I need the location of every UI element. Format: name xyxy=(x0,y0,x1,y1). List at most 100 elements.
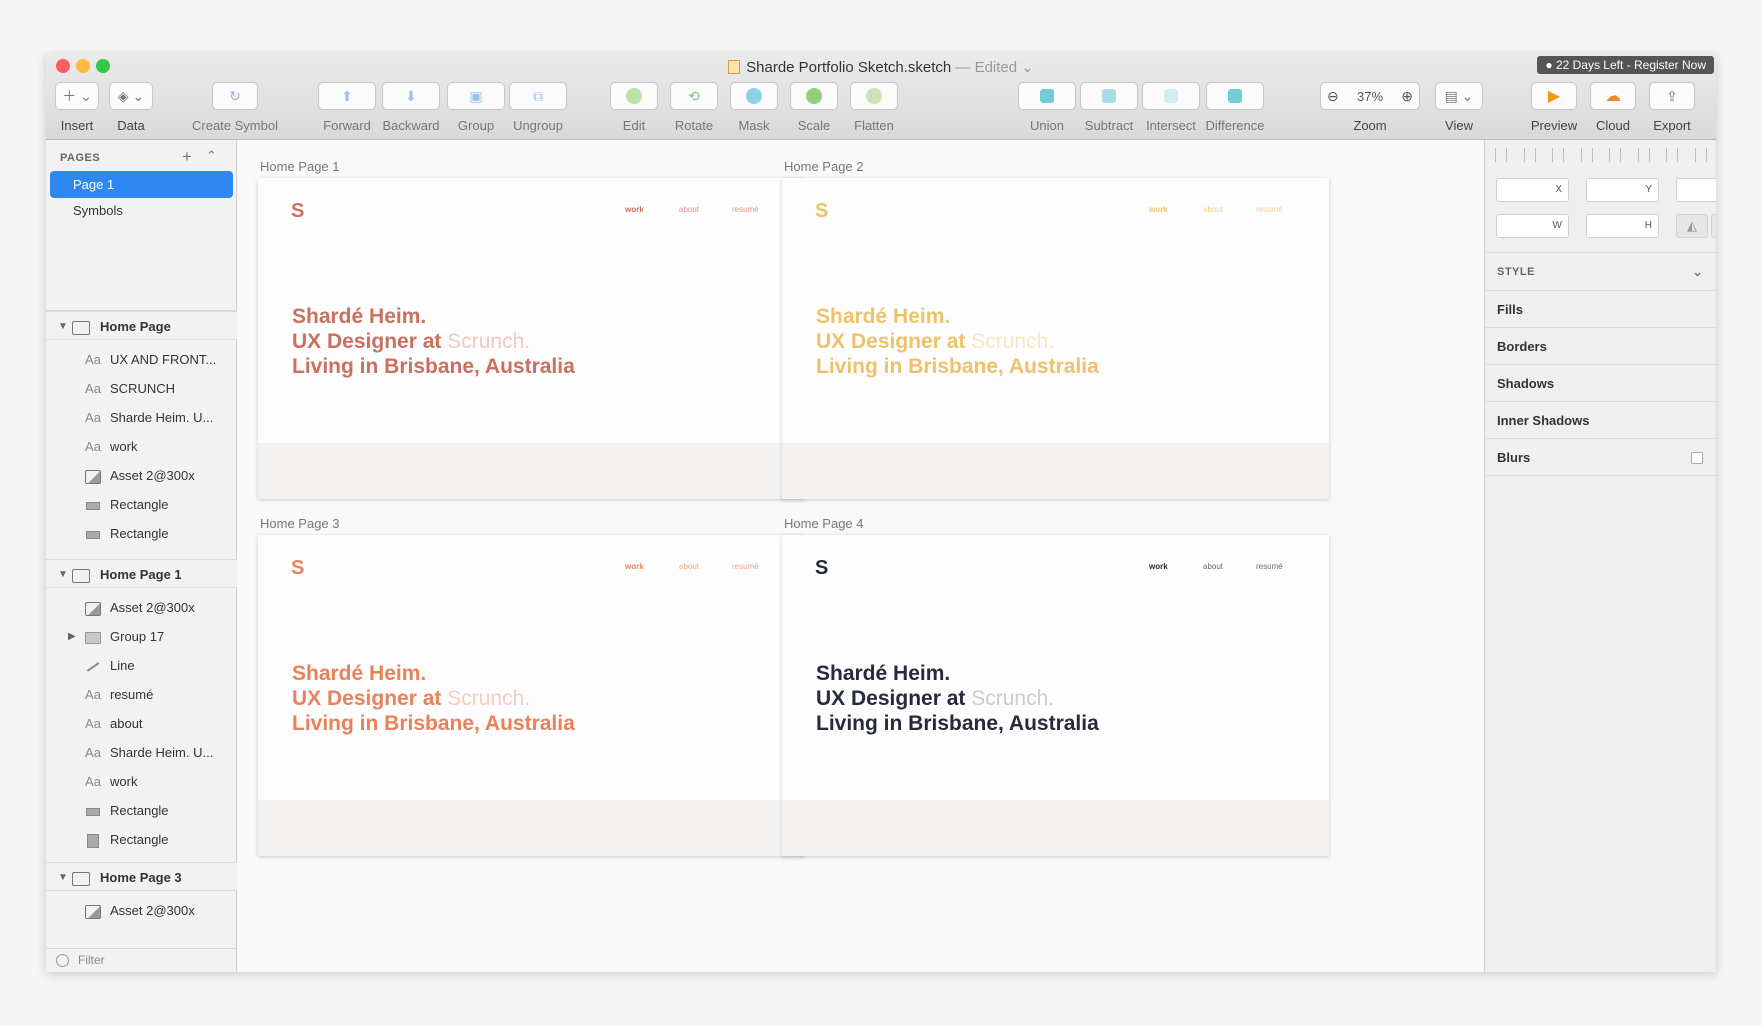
page-item-symbols[interactable]: Symbols xyxy=(50,197,233,224)
export-tool[interactable]: ⇪ Export xyxy=(1646,82,1698,133)
add-page-icon[interactable]: + xyxy=(182,147,192,167)
artboard-title[interactable]: Home Page 2 xyxy=(784,159,864,174)
layer-row[interactable]: Asset 2@300x xyxy=(46,896,237,925)
backward-tool[interactable]: ⬇ Backward xyxy=(376,82,446,133)
canvas[interactable]: Home Page 1 Swork about resumé Shardé Heim. U… xyxy=(237,140,1484,972)
disclosure-triangle-icon[interactable]: ▼ xyxy=(58,560,68,589)
hero-line-location: Living in Brisbane, Australia xyxy=(292,355,575,378)
group-label: Group xyxy=(457,118,495,133)
disclosure-triangle-icon[interactable]: ▼ xyxy=(58,863,68,892)
layer-row[interactable]: Aa Sharde Heim. U... xyxy=(46,403,237,432)
chevron-up-icon[interactable]: ⌃ xyxy=(206,148,217,164)
difference-tool[interactable]: Difference xyxy=(1202,82,1268,133)
layer-row[interactable]: Aa work xyxy=(46,432,237,461)
style-section-header[interactable]: STYLE ⌄ xyxy=(1485,254,1716,291)
rotate-tool[interactable]: ⟲ Rotate xyxy=(668,82,720,133)
flip-horizontal-icon[interactable]: ◭ xyxy=(1676,214,1708,238)
data-tool[interactable]: ◈ ⌄ Data xyxy=(108,82,154,133)
layer-filter[interactable]: Filter xyxy=(46,948,237,972)
disclosure-triangle-icon[interactable]: ▶ xyxy=(68,622,76,651)
mask-tool[interactable]: Mask xyxy=(728,82,780,133)
layer-name: Line xyxy=(110,658,135,673)
rotation-field[interactable]: ° xyxy=(1676,178,1716,202)
disclosure-triangle-icon[interactable]: ▼ xyxy=(58,312,68,341)
flip-vertical-icon[interactable]: ⧐ xyxy=(1711,214,1716,238)
layer-name: resumé xyxy=(110,687,154,702)
blurs-checkbox[interactable] xyxy=(1691,452,1703,464)
layer-row[interactable]: Aa UX AND FRONT... xyxy=(46,345,237,374)
layer-row[interactable]: Aa SCRUNCH xyxy=(46,374,237,403)
align-center-icon[interactable] xyxy=(1580,148,1593,162)
x-field[interactable]: X xyxy=(1496,178,1569,202)
layer-row[interactable]: Aa resumé xyxy=(46,680,237,709)
scale-tool[interactable]: Scale xyxy=(788,82,840,133)
height-field[interactable]: H xyxy=(1586,214,1659,238)
layer-row[interactable]: Asset 2@300x xyxy=(46,461,237,490)
width-field[interactable]: W xyxy=(1496,214,1569,238)
layer-artboard[interactable]: ▼ Home Page 3 xyxy=(46,862,237,891)
flatten-tool[interactable]: Flatten xyxy=(846,82,902,133)
hero-brand-name: Scrunch. xyxy=(447,330,531,353)
align-middle-icon[interactable] xyxy=(1666,148,1679,162)
hero-role-prefix: UX Designer at xyxy=(816,687,972,710)
union-tool[interactable]: Union xyxy=(1016,82,1078,133)
create-symbol-tool[interactable]: ↻ Create Symbol xyxy=(190,82,280,133)
distribute-horizontal-icon[interactable] xyxy=(1495,148,1507,162)
artboard[interactable]: Swork about resumé Shardé Heim. UX Designer … xyxy=(782,178,1329,499)
align-left-icon[interactable] xyxy=(1552,148,1565,162)
distribute-vertical-icon[interactable] xyxy=(1523,148,1536,162)
align-right-icon[interactable] xyxy=(1609,148,1622,162)
artboard-footer xyxy=(258,443,805,499)
shadows-label: Shadows xyxy=(1497,376,1555,391)
artboard-title[interactable]: Home Page 3 xyxy=(260,516,340,531)
page-item-page-1[interactable]: Page 1 xyxy=(50,171,233,198)
fills-row[interactable]: Fills xyxy=(1485,291,1716,328)
zoom-out-icon[interactable]: ⊖ xyxy=(1327,88,1339,105)
layer-row[interactable]: Rectangle xyxy=(46,796,237,825)
blurs-row[interactable]: Blurs xyxy=(1485,439,1716,476)
artboard[interactable]: Swork about resumé Shardé Heim. UX Designer … xyxy=(258,535,805,856)
intersect-tool[interactable]: Intersect xyxy=(1140,82,1202,133)
layer-row[interactable]: Asset 2@300x xyxy=(46,593,237,622)
artboard-title[interactable]: Home Page 4 xyxy=(784,516,864,531)
borders-row[interactable]: Borders xyxy=(1485,328,1716,365)
subtract-label: Subtract xyxy=(1084,118,1134,133)
layer-row[interactable]: ▶ Group 17 xyxy=(46,622,237,651)
chevron-down-icon[interactable]: ⌄ xyxy=(1692,254,1703,291)
scale-icon xyxy=(790,82,838,110)
edited-status[interactable]: — Edited ⌄ xyxy=(955,59,1033,76)
layer-row[interactable]: Aa Sharde Heim. U... xyxy=(46,738,237,767)
zoom-in-icon[interactable]: ⊕ xyxy=(1401,88,1413,105)
hero-line-role: UX Designer at Scrunch. xyxy=(292,686,575,711)
artboard-title[interactable]: Home Page 1 xyxy=(260,159,340,174)
shadows-row[interactable]: Shadows xyxy=(1485,365,1716,402)
edit-tool[interactable]: Edit xyxy=(608,82,660,133)
layer-artboard[interactable]: ▼ Home Page xyxy=(46,311,237,340)
trial-badge[interactable]: ● 22 Days Left - Register Now xyxy=(1537,56,1714,74)
cloud-tool[interactable]: ☁ Cloud xyxy=(1588,82,1638,133)
layer-row[interactable]: Aa work xyxy=(46,767,237,796)
insert-tool[interactable]: ＋ ⌄ Insert xyxy=(54,82,100,133)
subtract-tool[interactable]: Subtract xyxy=(1078,82,1140,133)
hero-brand-name: Scrunch. xyxy=(971,687,1055,710)
share-icon: ⇪ xyxy=(1649,82,1695,110)
layer-artboard[interactable]: ▼ Home Page 1 xyxy=(46,559,237,588)
layer-row[interactable]: Aa about xyxy=(46,709,237,738)
align-top-icon[interactable] xyxy=(1637,148,1650,162)
layer-row[interactable]: Rectangle xyxy=(46,490,237,519)
view-tool[interactable]: ▤ ⌄ View xyxy=(1434,82,1484,133)
layer-row[interactable]: Line xyxy=(46,651,237,680)
layer-name: Asset 2@300x xyxy=(110,903,195,918)
artboard[interactable]: Swork about resumé Shardé Heim. UX Designer … xyxy=(258,178,805,499)
artboard[interactable]: Swork about resumé Shardé Heim. UX Designer … xyxy=(782,535,1329,856)
layer-row[interactable]: Rectangle xyxy=(46,825,237,854)
layer-row[interactable]: Rectangle xyxy=(46,519,237,548)
group-tool[interactable]: ▣ Group xyxy=(446,82,506,133)
hero-line-role: UX Designer at Scrunch. xyxy=(292,329,575,354)
align-bottom-icon[interactable] xyxy=(1694,148,1707,162)
inner-shadows-row[interactable]: Inner Shadows xyxy=(1485,402,1716,439)
forward-tool[interactable]: ⬆ Forward xyxy=(318,82,376,133)
preview-tool[interactable]: ▶ Preview xyxy=(1526,82,1582,133)
ungroup-tool[interactable]: ⧉ Ungroup xyxy=(506,82,570,133)
y-field[interactable]: Y xyxy=(1586,178,1659,202)
